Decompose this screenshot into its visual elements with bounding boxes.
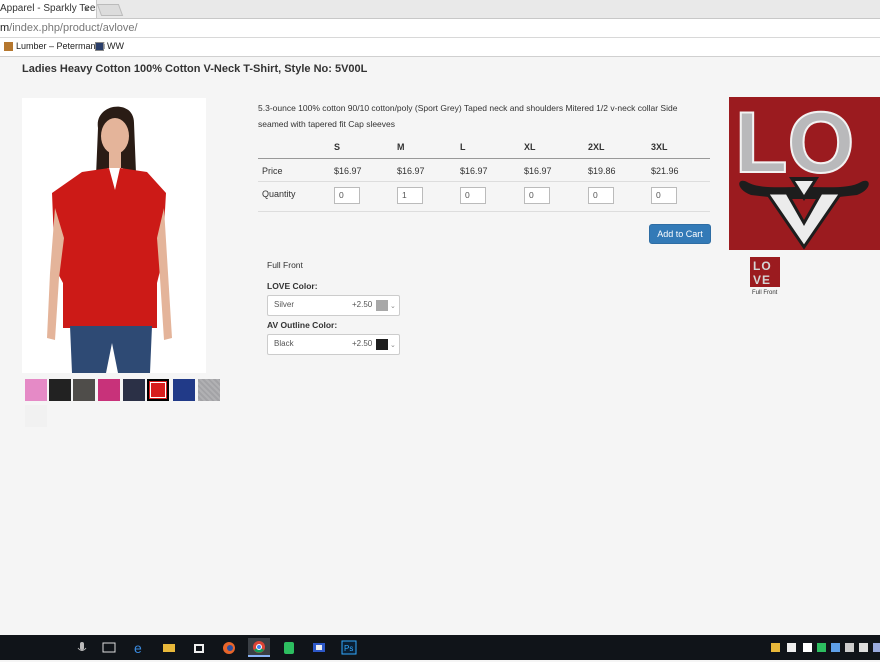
thumbnail-graphic: LO VE (753, 259, 772, 287)
windows-taskbar: e Ps (0, 635, 880, 660)
selected-color-name: Black (274, 339, 294, 348)
quantity-input-2xl[interactable]: 0 (588, 187, 614, 204)
size-header: XL (524, 142, 536, 152)
quantity-input-l[interactable]: 0 (460, 187, 486, 204)
color-upcharge: +2.50 (352, 339, 373, 348)
swatch-charcoal[interactable] (73, 379, 95, 401)
quantity-input-3xl[interactable]: 0 (651, 187, 677, 204)
file-explorer-icon[interactable] (158, 638, 180, 657)
bookmark-ww[interactable]: WW (95, 41, 124, 51)
swatch-red-selected[interactable] (147, 379, 169, 401)
task-view-icon[interactable] (98, 638, 120, 657)
design-preview: LO (729, 97, 880, 250)
url-host: m (0, 22, 10, 34)
bookmark-label: WW (107, 41, 124, 51)
swatch-royal-blue[interactable] (173, 379, 195, 401)
address-bar[interactable]: m/index.php/product/avlove/ (0, 19, 880, 38)
color-chip (376, 300, 388, 311)
swatch-pink[interactable] (25, 379, 47, 401)
chevron-down-icon: ⌄ (390, 303, 396, 310)
thumb-letters-bottom: VE (753, 273, 771, 287)
love-color-label: LOVE Color: (267, 281, 318, 291)
table-divider (258, 181, 710, 182)
price-value: $16.97 (397, 166, 425, 176)
firefox-icon[interactable] (218, 638, 240, 657)
shield-icon[interactable] (787, 643, 796, 652)
app-icon[interactable] (308, 638, 330, 657)
shirt-shape (52, 168, 166, 328)
photoshop-label: Ps (344, 644, 353, 653)
add-to-cart-button[interactable]: Add to Cart (649, 224, 711, 244)
chevron-down-icon: ⌄ (390, 342, 396, 349)
tray-icon[interactable] (803, 643, 812, 652)
price-value: $21.96 (651, 166, 679, 176)
page-title: Ladies Heavy Cotton 100% Cotton V-Neck T… (22, 63, 368, 75)
design-thumbnail[interactable]: LO VE (750, 257, 780, 287)
microphone-icon[interactable] (71, 638, 93, 657)
price-value: $19.86 (588, 166, 616, 176)
svg-text:e: e (134, 640, 142, 656)
color-chip (376, 339, 388, 350)
swatch-navy[interactable] (123, 379, 145, 401)
bookmarks-bar: Lumber – Peterman Li WW (0, 38, 880, 57)
size-header: M (397, 142, 405, 152)
color-upcharge: +2.50 (352, 300, 373, 309)
swatch-black[interactable] (49, 379, 71, 401)
love-color-select[interactable]: Silver +2.50 ⌄ (267, 295, 400, 316)
url-text[interactable]: m/index.php/product/avlove/ (0, 22, 138, 34)
edge-icon[interactable]: e (128, 638, 150, 657)
tray-icon[interactable] (873, 643, 880, 652)
photoshop-icon[interactable]: Ps (338, 638, 360, 657)
outline-color-select[interactable]: Black +2.50 ⌄ (267, 334, 400, 355)
thumbnail-caption: Full Front (752, 290, 778, 296)
new-tab-button[interactable] (96, 4, 124, 16)
tab-close-icon[interactable]: × (84, 0, 89, 18)
tray-icon[interactable] (771, 643, 780, 652)
model-illustration (47, 106, 172, 373)
price-label: Price (262, 166, 283, 176)
tray-icon[interactable] (859, 643, 868, 652)
size-header: 3XL (651, 142, 668, 152)
love-design-graphic: LO (734, 97, 869, 250)
swatch-white[interactable] (25, 405, 47, 427)
print-location: Full Front (267, 260, 303, 270)
quantity-input-xl[interactable]: 0 (524, 187, 550, 204)
lumber-favicon-icon (4, 41, 13, 51)
price-value: $16.97 (524, 166, 552, 176)
tray-icon[interactable] (831, 643, 840, 652)
browser-tab[interactable]: Apparel - Sparkly Tees – × (0, 0, 97, 18)
url-path: /index.php/product/avlove/ (9, 22, 138, 34)
thumb-letters-top: LO (753, 259, 772, 273)
product-photo (22, 98, 206, 373)
swatch-heather-grey[interactable] (198, 379, 220, 401)
tray-icon[interactable] (845, 643, 854, 652)
size-header: S (334, 142, 341, 152)
price-value: $16.97 (460, 166, 488, 176)
table-divider (258, 211, 710, 212)
ww-favicon-icon (95, 41, 104, 51)
bookmark-label: Lumber – Peterman Li (16, 41, 106, 51)
evernote-icon[interactable] (278, 638, 300, 657)
price-value: $16.97 (334, 166, 362, 176)
swatch-magenta[interactable] (98, 379, 120, 401)
outline-color-label: AV Outline Color: (267, 320, 338, 330)
quantity-input-s[interactable]: 0 (334, 187, 360, 204)
size-header: 2XL (588, 142, 605, 152)
size-header: L (460, 142, 466, 152)
tab-title: Apparel - Sparkly Tees – (0, 3, 96, 14)
quantity-label: Quantity (262, 189, 296, 199)
browser-tab-strip: Apparel - Sparkly Tees – × (0, 0, 880, 19)
product-description: 5.3-ounce 100% cotton 90/10 cotton/poly … (258, 103, 678, 129)
chrome-icon[interactable] (248, 638, 270, 657)
quantity-input-m[interactable]: 1 (397, 187, 423, 204)
tray-icon[interactable] (817, 643, 826, 652)
selected-color-name: Silver (274, 300, 295, 309)
table-divider (258, 158, 710, 159)
bookmark-lumber[interactable]: Lumber – Peterman Li (4, 41, 105, 51)
design-letters-top: LO (735, 97, 854, 191)
store-icon[interactable] (188, 638, 210, 657)
